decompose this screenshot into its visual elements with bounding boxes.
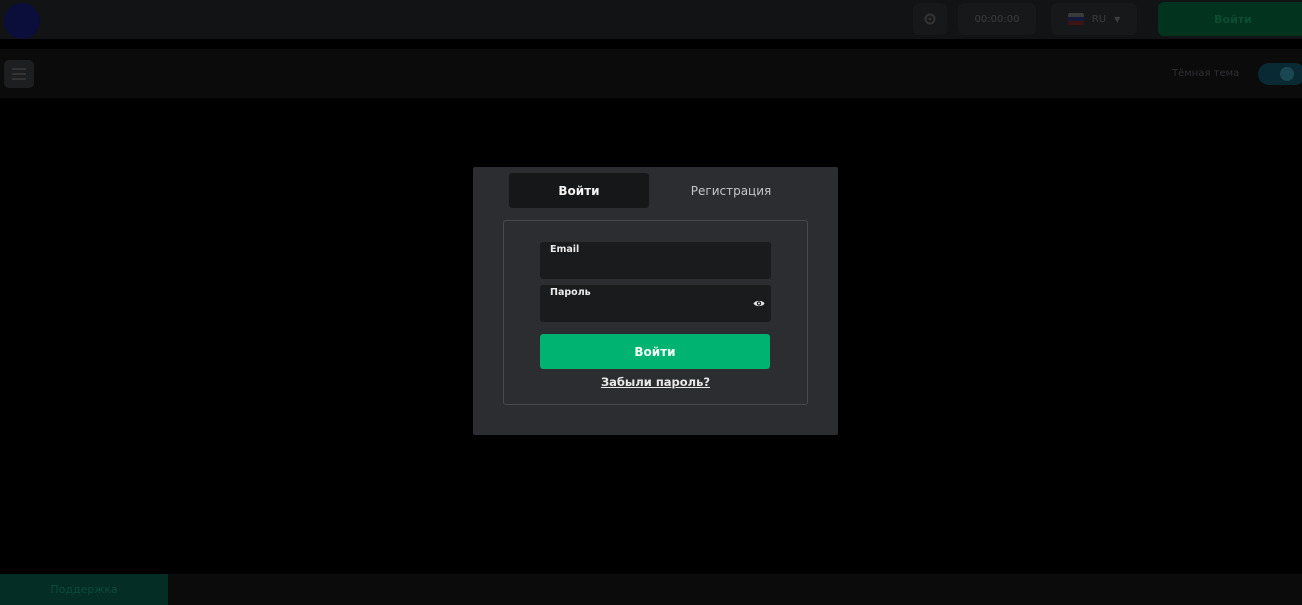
password-input[interactable] [548,301,752,321]
theme-toggle[interactable] [1258,63,1302,85]
password-field[interactable]: Пароль [540,285,771,322]
page: 00:00:00 RU ▼ Войти Тёмная тема Поддержк… [0,0,1302,605]
header-login-button[interactable]: Войти [1158,2,1302,36]
login-submit-button[interactable]: Войти [540,334,770,369]
forgot-password-link[interactable]: Забыли пароль? [504,375,807,389]
eye-icon[interactable] [753,298,765,309]
hamburger-icon[interactable] [4,60,34,88]
sub-bar: Тёмная тема [0,49,1302,98]
circle-logo-icon[interactable] [4,3,40,39]
language-code: RU [1091,13,1107,25]
auth-modal: Войти Регистрация Email Пароль Войти Заб… [473,167,838,435]
support-button[interactable]: Поддержка [0,574,168,605]
gear-icon [924,13,936,25]
bottom-bar: Поддержка [0,574,1302,605]
login-form: Email Пароль Войти Забыли пароль? [503,220,808,405]
chevron-down-icon: ▼ [1114,14,1121,24]
email-input[interactable] [548,258,752,278]
password-label: Пароль [550,287,591,298]
email-field[interactable]: Email [540,242,771,279]
tab-login[interactable]: Войти [509,173,649,208]
email-label: Email [550,244,580,255]
clock: 00:00:00 [958,3,1036,35]
top-bar: 00:00:00 RU ▼ Войти [0,0,1302,39]
language-selector[interactable]: RU ▼ [1051,3,1137,35]
settings-button[interactable] [913,3,947,35]
flag-ru-icon [1067,13,1084,25]
theme-label: Тёмная тема [1172,68,1240,79]
tab-register[interactable]: Регистрация [661,173,801,208]
